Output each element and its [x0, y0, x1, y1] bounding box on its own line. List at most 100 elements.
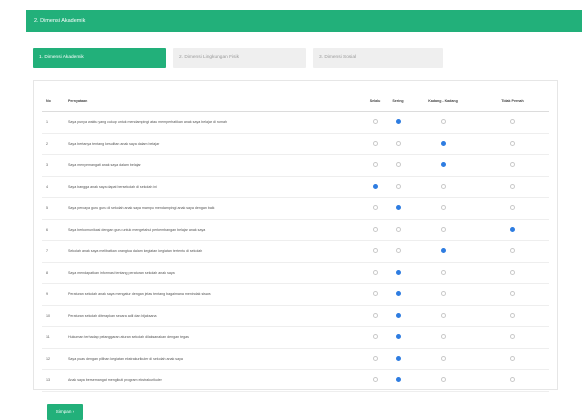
radio-selalu[interactable] [372, 291, 378, 297]
radio-kadang-kadang[interactable] [440, 248, 446, 254]
column-header-kadang-kadang: Kadang - Kadang [410, 91, 476, 112]
radio-tidak-pernah[interactable] [510, 312, 515, 318]
radio-sering[interactable] [395, 119, 401, 125]
option-cell [386, 219, 410, 241]
option-cell [410, 348, 476, 370]
radio-tidak-pernah[interactable] [510, 291, 515, 297]
option-cell [364, 154, 386, 177]
radio-selalu[interactable] [372, 162, 378, 168]
option-cell [410, 133, 476, 155]
tab-dimensi-akademik[interactable]: 1. Dimensi Akademik [33, 48, 166, 68]
option-cell [364, 219, 386, 241]
radio-selalu[interactable] [372, 183, 378, 189]
radio-selalu[interactable] [372, 140, 378, 146]
table-row: 10 Peraturan sekolah diterapkan secara ad… [42, 305, 549, 327]
option-cell [364, 176, 386, 198]
row-number: 6 [42, 219, 64, 241]
radio-tidak-pernah[interactable] [510, 334, 515, 340]
radio-tidak-pernah[interactable] [510, 269, 515, 275]
radio-tidak-pernah[interactable] [510, 377, 515, 383]
statement-text: Saya mendapatkan informasi tentang perat… [64, 262, 364, 284]
option-cell [476, 154, 549, 177]
radio-sering[interactable] [395, 140, 401, 146]
radio-sering[interactable] [395, 162, 401, 168]
tab-dimensi-sosial[interactable]: 3. Dimensi Sosial [313, 48, 443, 68]
radio-sering[interactable] [395, 248, 401, 254]
radio-tidak-pernah[interactable] [510, 183, 515, 189]
option-cell [364, 305, 386, 327]
radio-kadang-kadang[interactable] [440, 183, 446, 189]
radio-tidak-pernah[interactable] [510, 226, 515, 232]
radio-sering[interactable] [395, 226, 401, 232]
questionnaire-table: No Pernyataan Selalu Sering Kadang - Kad… [42, 91, 549, 392]
table-row: 3 Saya menyemangati anak saya dalam belaj… [42, 154, 549, 177]
option-cell [386, 326, 410, 349]
radio-tidak-pernah[interactable] [510, 162, 515, 168]
table-row: 7 Sekolah anak saya melibatkan orangtua d… [42, 240, 549, 263]
option-cell [364, 133, 386, 155]
radio-sering[interactable] [395, 205, 401, 211]
option-cell [410, 111, 476, 134]
radio-kadang-kadang[interactable] [440, 269, 446, 275]
row-number: 10 [42, 305, 64, 327]
table-row: 8 Saya mendapatkan informasi tentang pera… [42, 262, 549, 284]
option-cell [364, 348, 386, 370]
radio-selalu[interactable] [372, 355, 378, 361]
tab-dimensi-lingkungan-fisik[interactable]: 2. Dimensi Lingkungan Fisik [173, 48, 306, 68]
row-number: 7 [42, 240, 64, 263]
radio-sering[interactable] [395, 269, 401, 275]
radio-sering[interactable] [395, 183, 401, 189]
radio-kadang-kadang[interactable] [440, 377, 446, 383]
radio-sering[interactable] [395, 355, 401, 361]
radio-tidak-pernah[interactable] [510, 205, 515, 211]
radio-kadang-kadang[interactable] [440, 355, 446, 361]
radio-selalu[interactable] [372, 205, 378, 211]
option-cell [386, 176, 410, 198]
row-number: 9 [42, 283, 64, 306]
row-number: 11 [42, 326, 64, 349]
statement-text: Saya punya waktu yang cukup untuk mendam… [64, 111, 364, 134]
radio-sering[interactable] [395, 291, 401, 297]
radio-selalu[interactable] [372, 226, 378, 232]
option-cell [364, 283, 386, 306]
radio-kadang-kadang[interactable] [440, 334, 446, 340]
table-row: 5 Saya percaya guru guru di sekolah anak … [42, 197, 549, 220]
radio-tidak-pernah[interactable] [510, 355, 515, 361]
radio-tidak-pernah[interactable] [510, 119, 515, 125]
column-header-no: No [42, 91, 64, 112]
radio-selalu[interactable] [372, 119, 378, 125]
option-cell [410, 197, 476, 220]
row-number: 13 [42, 369, 64, 392]
radio-kadang-kadang[interactable] [440, 162, 446, 168]
radio-kadang-kadang[interactable] [440, 140, 446, 146]
option-cell [386, 154, 410, 177]
option-cell [476, 262, 549, 284]
radio-selalu[interactable] [372, 334, 378, 340]
row-number: 2 [42, 133, 64, 155]
option-cell [476, 326, 549, 349]
radio-sering[interactable] [395, 334, 401, 340]
table-row: 1 Saya punya waktu yang cukup untuk menda… [42, 111, 549, 134]
radio-kadang-kadang[interactable] [440, 312, 446, 318]
radio-kadang-kadang[interactable] [440, 119, 446, 125]
row-number: 4 [42, 176, 64, 198]
radio-kadang-kadang[interactable] [440, 291, 446, 297]
submit-button[interactable]: Simpan › [47, 404, 83, 420]
radio-selalu[interactable] [372, 312, 378, 318]
row-number: 8 [42, 262, 64, 284]
radio-sering[interactable] [395, 377, 401, 383]
radio-selalu[interactable] [372, 248, 378, 254]
statement-text: Peraturan sekolah diterapkan secara adil… [64, 305, 364, 327]
radio-kadang-kadang[interactable] [440, 226, 446, 232]
radio-kadang-kadang[interactable] [440, 205, 446, 211]
statement-text: Saya percaya guru guru di sekolah anak s… [64, 197, 364, 220]
radio-selalu[interactable] [372, 377, 378, 383]
radio-selalu[interactable] [372, 269, 378, 275]
statement-text: Hukuman terhadap pelanggaran aturan seko… [64, 326, 364, 349]
radio-sering[interactable] [395, 312, 401, 318]
option-cell [476, 176, 549, 198]
radio-tidak-pernah[interactable] [510, 248, 515, 254]
column-header-tidak-pernah: Tidak Pernah [476, 91, 549, 112]
radio-tidak-pernah[interactable] [510, 140, 515, 146]
option-cell [476, 240, 549, 263]
